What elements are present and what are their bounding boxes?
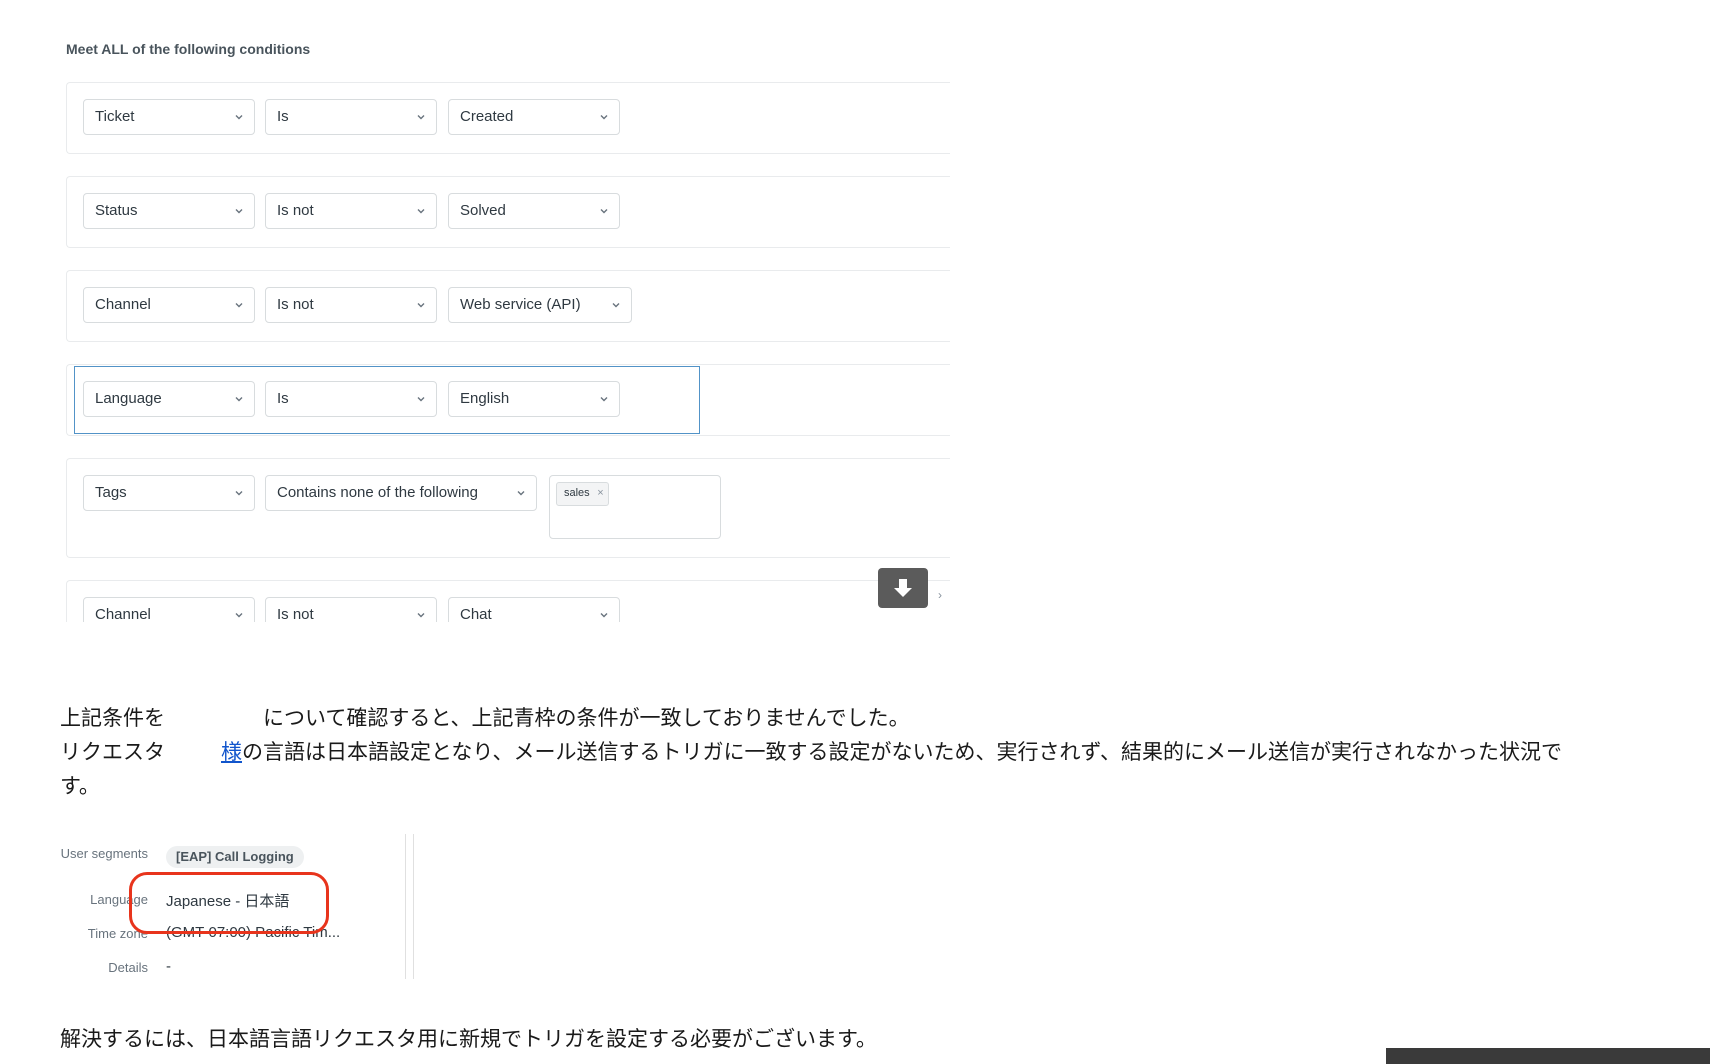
condition-row: Ticket Is Created [66,82,950,154]
conditions-heading: Meet ALL of the following conditions [66,41,311,57]
chevron-down-icon [235,613,243,618]
text-segment: リクエスタ [60,740,165,764]
chevron-down-icon [600,115,608,120]
explanation-line-2: リクエスタ 様の言語は日本語設定となり、メール送信するトリガに一致する設定がないた… [60,736,1562,766]
chevron-down-icon [600,209,608,214]
condition-row: Channel Is not Chat [66,580,950,622]
bottom-toolbar-edge [1386,1048,1710,1064]
user-profile-screenshot: User segments [EAP] Call Logging Languag… [60,834,420,979]
resolution-text: 解決するには、日本語言語リクエスタ用に新規でトリガを設定する必要がございます。 [60,1027,877,1051]
download-button[interactable] [878,568,928,608]
divider [413,834,414,979]
condition-field-select[interactable]: Ticket [83,99,255,135]
download-arrow-icon [894,579,912,597]
condition-value-select[interactable]: Created [448,99,620,135]
details-label: Details [108,960,148,975]
select-value: Is [277,390,289,407]
condition-field-select[interactable]: Language [83,381,255,417]
language-label: Language [90,892,148,907]
chevron-down-icon [417,209,425,214]
condition-operator-select[interactable]: Is not [265,287,437,323]
condition-operator-select[interactable]: Is not [265,193,437,229]
timezone-value[interactable]: (GMT-07:00) Pacific Tim... [166,924,340,941]
chevron-down-icon [235,303,243,308]
user-segments-label: User segments [60,846,148,861]
condition-value-select[interactable]: Web service (API) [448,287,632,323]
select-value: Solved [460,202,506,219]
condition-row: Tags Contains none of the following sale… [66,458,950,558]
condition-operator-select[interactable]: Contains none of the following [265,475,537,511]
chevron-down-icon [235,397,243,402]
tag-label: sales [564,487,590,499]
select-value: Ticket [95,108,135,125]
chevron-down-icon [235,491,243,496]
chevron-down-icon [600,613,608,618]
chevron-down-icon [235,115,243,120]
select-value: Channel [95,606,151,622]
language-value[interactable]: Japanese - 日本語 [166,890,289,911]
condition-row: Status Is not Solved [66,176,950,248]
select-value: Is not [277,296,314,313]
select-value: Web service (API) [460,296,581,313]
chevron-down-icon [235,209,243,214]
tags-input[interactable]: sales × [549,475,721,539]
select-value: Status [95,202,138,219]
select-value: Contains none of the following [277,484,478,501]
text-segment: について確認すると、上記青枠の条件が一致しておりませんでした。 [263,706,910,730]
text-segment: の言語は日本語設定となり、メール送信するトリガに一致する設定がないため、実行され… [242,740,1563,764]
select-value: Created [460,108,514,125]
chevron-down-icon [600,397,608,402]
trigger-conditions-screenshot: Meet ALL of the following conditions Tic… [58,0,950,622]
chevron-right-icon: › [938,588,942,602]
condition-operator-select[interactable]: Is [265,381,437,417]
select-value: Is not [277,606,314,622]
condition-row: Channel Is not Web service (API) [66,270,950,342]
timezone-label: Time zone [87,926,148,941]
condition-field-select[interactable]: Status [83,193,255,229]
requester-link[interactable]: 様 [221,740,242,764]
explanation-line-1: 上記条件を について確認すると、上記青枠の条件が一致しておりませんでした。 [60,702,910,732]
condition-value-select[interactable]: Solved [448,193,620,229]
condition-field-select[interactable]: Channel [83,597,255,622]
select-value: Is not [277,202,314,219]
select-value: Tags [95,484,127,501]
chevron-down-icon [417,115,425,120]
user-segment-badge: [EAP] Call Logging [166,846,304,868]
select-value: Chat [460,606,492,622]
select-value: Language [95,390,162,407]
condition-value-select[interactable]: English [448,381,620,417]
chevron-down-icon [612,303,620,308]
explanation-line-3: す。 [60,774,100,798]
chevron-down-icon [417,303,425,308]
close-icon[interactable]: × [597,483,603,503]
condition-operator-select[interactable]: Is not [265,597,437,622]
condition-value-select[interactable]: Chat [448,597,620,622]
condition-operator-select[interactable]: Is [265,99,437,135]
condition-field-select[interactable]: Channel [83,287,255,323]
chevron-down-icon [417,397,425,402]
select-value: Is [277,108,289,125]
text-segment: 上記条件を [60,706,165,730]
divider [405,834,406,979]
select-value: Channel [95,296,151,313]
condition-row: Language Is English [66,364,950,436]
select-value: English [460,390,510,407]
chevron-down-icon [417,613,425,618]
tag-pill: sales × [556,482,609,506]
details-value[interactable]: - [166,958,171,975]
chevron-down-icon [517,491,525,496]
condition-field-select[interactable]: Tags [83,475,255,511]
